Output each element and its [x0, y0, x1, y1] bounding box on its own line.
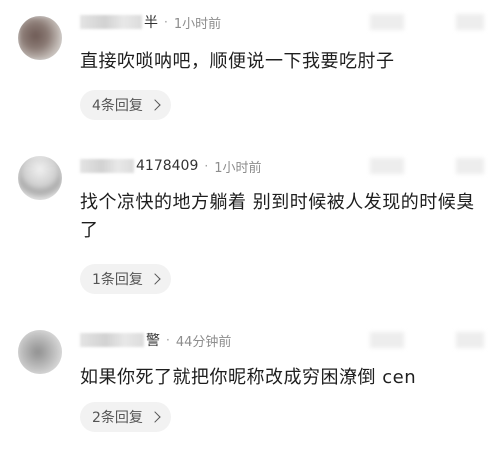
comment-text: 直接吹唢呐吧，顺便说一下我要吃肘子 — [80, 51, 395, 72]
meta-separator: · — [166, 333, 170, 347]
meta-separator: · — [204, 159, 209, 173]
username-redacted[interactable] — [80, 159, 134, 173]
comment-meta: 警 · 44分钟前 — [80, 328, 231, 352]
avatar[interactable] — [18, 330, 62, 374]
replies-count: 4条回复 — [92, 98, 143, 114]
timestamp: 1小时前 — [214, 160, 262, 176]
chevron-right-icon — [149, 273, 161, 285]
redacted-area — [360, 328, 500, 352]
timestamp: 1小时前 — [173, 16, 222, 32]
comment-text: 找个凉快的地方躺着 别到时候被人发现的时候臭了 — [80, 192, 475, 241]
replies-count: 1条回复 — [92, 272, 143, 288]
username-redacted[interactable] — [80, 15, 142, 29]
replies-count: 2条回复 — [92, 410, 143, 426]
chevron-right-icon — [149, 411, 161, 423]
view-replies-button[interactable]: 4条回复 — [80, 90, 171, 120]
redacted-area — [360, 154, 500, 178]
view-replies-button[interactable]: 2条回复 — [80, 402, 171, 432]
chevron-right-icon — [149, 99, 161, 111]
avatar[interactable] — [18, 156, 62, 200]
username-redacted[interactable] — [80, 333, 144, 347]
timestamp: 44分钟前 — [175, 334, 232, 350]
meta-separator: · — [164, 15, 168, 29]
view-replies-button[interactable]: 1条回复 — [80, 264, 171, 294]
redacted-area — [360, 10, 500, 34]
username[interactable]: 4178409 — [136, 158, 198, 174]
comment-meta: 半 · 1小时前 — [80, 10, 221, 34]
comment-meta: 4178409 · 1小时前 — [80, 154, 261, 178]
comment-text: 如果你死了就把你昵称改成穷困潦倒 cen — [80, 367, 417, 388]
avatar[interactable] — [18, 16, 62, 60]
username[interactable]: 半 — [144, 12, 158, 32]
username[interactable]: 警 — [146, 330, 160, 350]
